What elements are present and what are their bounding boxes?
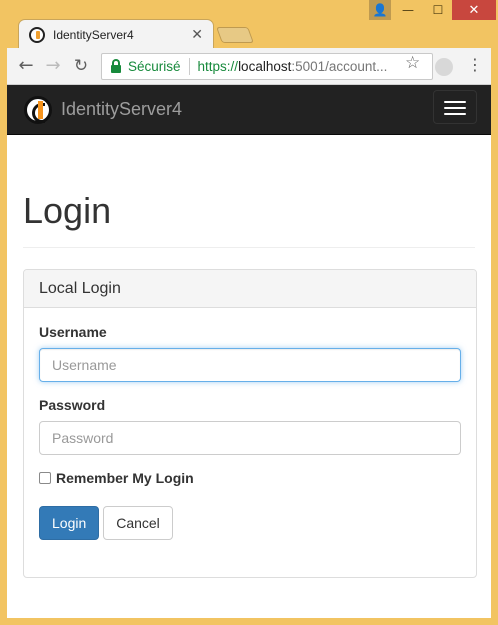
new-tab-button[interactable] xyxy=(216,27,254,43)
browser-menu-icon[interactable]: ⋮ xyxy=(467,55,483,74)
page-viewport: IdentityServer4 Login Local Login Userna… xyxy=(7,85,491,618)
maximize-button[interactable]: ☐ xyxy=(424,0,452,20)
cancel-button[interactable]: Cancel xyxy=(103,506,173,540)
browser-toolbar: ← → ↻ Sécurisé https:// localhost :5001/… xyxy=(7,48,491,85)
remember-login-label[interactable]: Remember My Login xyxy=(56,470,194,486)
hamburger-bar-icon xyxy=(444,101,466,103)
title-bar: 👤 — ☐ ✕ IdentityServer4 ✕ xyxy=(0,0,498,49)
user-profile-icon[interactable]: 👤 xyxy=(369,0,391,20)
tab-close-icon[interactable]: ✕ xyxy=(191,27,203,43)
lock-icon xyxy=(111,58,121,73)
login-button[interactable]: Login xyxy=(39,506,99,540)
password-label: Password xyxy=(39,397,106,413)
url-host: localhost xyxy=(238,59,292,74)
url-path: :5001/account... xyxy=(291,59,388,74)
identityserver-logo-icon[interactable] xyxy=(24,96,52,124)
password-input[interactable] xyxy=(39,421,461,455)
bookmark-star-icon[interactable]: ☆ xyxy=(405,53,420,73)
username-input[interactable] xyxy=(39,348,461,382)
forward-arrow-icon[interactable]: → xyxy=(43,56,63,76)
navbar-toggle-button[interactable] xyxy=(433,90,477,124)
hamburger-bar-icon xyxy=(444,107,466,109)
minimize-button[interactable]: — xyxy=(394,0,422,20)
browser-tab[interactable]: IdentityServer4 ✕ xyxy=(18,19,214,49)
password-group: Password xyxy=(39,397,462,455)
panel-heading: Local Login xyxy=(24,270,476,308)
reload-icon[interactable]: ↻ xyxy=(71,56,91,76)
hamburger-bar-icon xyxy=(444,113,466,115)
security-label: Sécurisé xyxy=(128,59,181,74)
address-divider xyxy=(188,58,190,75)
identityserver-favicon-icon xyxy=(29,26,45,43)
url-scheme: https:// xyxy=(197,59,239,74)
login-form: Username Password Remember My Login Logi… xyxy=(39,324,462,540)
navbar-brand[interactable]: IdentityServer4 xyxy=(61,99,182,120)
close-window-button[interactable]: ✕ xyxy=(452,0,496,20)
local-login-panel: Local Login Username Password Remember M… xyxy=(23,269,477,578)
extension-icon[interactable] xyxy=(435,58,453,76)
username-label: Username xyxy=(39,324,107,340)
username-group: Username xyxy=(39,324,462,382)
address-bar[interactable]: Sécurisé https:// localhost :5001/accoun… xyxy=(101,53,433,80)
remember-login-row[interactable]: Remember My Login xyxy=(39,470,462,486)
page-title: Login xyxy=(23,190,112,231)
form-buttons: Login Cancel xyxy=(39,506,462,540)
navbar: IdentityServer4 xyxy=(7,85,491,135)
remember-login-checkbox[interactable] xyxy=(39,472,51,484)
tab-title: IdentityServer4 xyxy=(53,27,134,42)
back-arrow-icon[interactable]: ← xyxy=(16,56,36,76)
page-header: Login xyxy=(23,189,475,248)
